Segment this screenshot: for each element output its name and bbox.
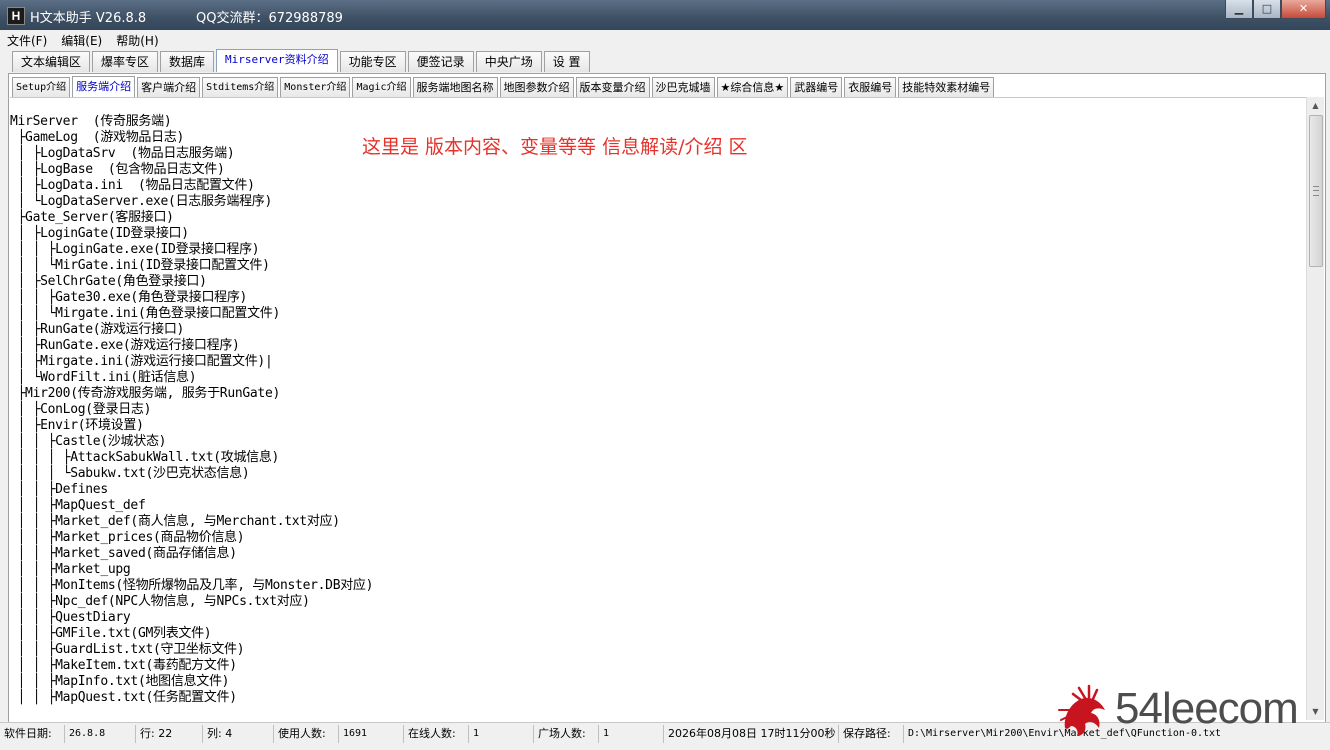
tree-line: │ │ ├MonItems(怪物所爆物品及几率, 与Monster.DB对应) xyxy=(10,578,374,593)
scroll-up-arrow-icon[interactable]: ▲ xyxy=(1307,97,1324,114)
tree-line: │ │ ├MapQuest.txt(任务配置文件) xyxy=(10,690,238,705)
tree-line: │ │ ├Market_def(商人信息, 与Merchant.txt对应) xyxy=(10,514,341,529)
tree-line: │ ├ConLog(登录日志) xyxy=(10,402,152,417)
main-tab[interactable]: Mirserver资料介绍 xyxy=(216,49,338,72)
menu-file[interactable]: 文件(F) xyxy=(0,32,54,49)
main-tab-bar: 文本编辑区 爆率专区 数据库 Mirserver资料介绍 功能专区 便签记录 中央广场设 置 xyxy=(12,49,592,73)
status-date-value: 26.8.8 xyxy=(65,725,136,743)
tree-line: │ │ └MirGate.ini(ID登录接口配置文件) xyxy=(10,258,270,273)
main-tab[interactable]: 设 置 xyxy=(543,51,590,72)
tree-line: │ │ ├LoginGate.exe(ID登录接口程序) xyxy=(10,242,260,257)
tree-line: │ │ ├Defines xyxy=(10,482,109,497)
tree-line: │ ├SelChrGate(角色登录接口) xyxy=(10,274,207,289)
sub-tab[interactable]: Magic介绍 xyxy=(352,77,411,97)
tree-line: │ │ └Mirgate.ini(角色登录接口配置文件) xyxy=(10,306,281,321)
tree-line: │ ├RunGate(游戏运行接口) xyxy=(10,322,185,337)
main-tab[interactable]: 功能专区 xyxy=(339,51,406,72)
scrollbar-thumb[interactable] xyxy=(1309,115,1323,267)
main-tab[interactable]: 数据库 xyxy=(160,51,215,72)
status-datetime: 2026年08月08日 17时11分00秒 xyxy=(664,725,839,743)
window-title: H文本助手 V26.8.8 xyxy=(30,11,147,26)
info-annotation: 这里是 版本内容、变量等等 信息解读/介绍 区 xyxy=(362,136,748,158)
main-tab[interactable]: 便签记录 xyxy=(407,51,474,72)
sub-tab[interactable]: Setup介绍 xyxy=(12,77,71,97)
sub-tab-bar: Setup介绍 服务端介绍 客户端介绍 Stditems介绍 Monster介绍 Magi… xyxy=(12,76,996,97)
maximize-button[interactable]: □ xyxy=(1253,0,1281,19)
vertical-scrollbar[interactable]: ▲ ▼ xyxy=(1306,97,1324,720)
watermark-text: 54leecom xyxy=(1115,684,1299,733)
grip-icon xyxy=(1313,186,1319,196)
status-plaza-value: 1 xyxy=(599,725,664,743)
tree-line: │ ├LogDataSrv (物品日志服务端) xyxy=(10,146,235,161)
directory-tree-text: MirServer (传奇服务端) ├GameLog (游戏物品日志) │ ├L… xyxy=(10,114,373,706)
tree-line: │ ├LoginGate(ID登录接口) xyxy=(10,226,190,241)
tree-line: │ │ │ ├AttackSabukWall.txt(攻城信息) xyxy=(10,450,280,465)
tree-line: │ │ ├MakeItem.txt(毒药配方文件) xyxy=(10,658,238,673)
sub-tab[interactable]: 服务端介绍 xyxy=(72,76,136,97)
tree-line: │ └WordFilt.ini(脏话信息) xyxy=(10,370,197,385)
main-tab[interactable]: 中央广场 xyxy=(475,51,542,72)
tree-line: │ │ ├GuardList.txt(守卫坐标文件) xyxy=(10,642,245,657)
sub-tab[interactable]: 客户端介绍 xyxy=(137,77,201,97)
tree-line: │ │ ├Gate30.exe(角色登录接口程序) xyxy=(10,290,248,305)
tree-line: │ │ ├Castle(沙城状态) xyxy=(10,434,167,449)
tree-line: MirServer (传奇服务端) xyxy=(10,114,172,129)
window-controls: ▁ □ ✕ xyxy=(1225,0,1326,20)
watermark: 54leecom xyxy=(1055,680,1325,740)
status-plaza-label: 广场人数: xyxy=(534,725,599,743)
sub-tab[interactable]: 地图参数介绍 xyxy=(499,77,574,97)
sub-tab[interactable]: 武器编号 xyxy=(790,77,843,97)
main-tab[interactable]: 爆率专区 xyxy=(92,51,159,72)
tree-line: │ │ ├MapQuest_def xyxy=(10,498,146,513)
sub-tab[interactable]: 衣服编号 xyxy=(844,77,897,97)
tree-line: │ │ │ └Sabukw.txt(沙巴克状态信息) xyxy=(10,466,250,481)
tree-line: │ ├Mirgate.ini(游戏运行接口配置文件)| xyxy=(10,354,273,369)
title-bar: H H文本助手 V26.8.8 QQ交流群：672988789 ▁ □ ✕ xyxy=(0,0,1330,30)
qq-group-label: QQ交流群：672988789 xyxy=(196,11,343,26)
tree-line: │ ├RunGate.exe(游戏运行接口程序) xyxy=(10,338,240,353)
tree-line: │ ├Envir(环境设置) xyxy=(10,418,144,433)
tree-line: │ │ ├MapInfo.txt(地图信息文件) xyxy=(10,674,230,689)
tree-line: ├Gate_Server(客服接口) xyxy=(10,210,174,225)
tree-line: │ ├LogData.ini (物品日志配置文件) xyxy=(10,178,255,193)
status-date-label: 软件日期: xyxy=(0,725,65,743)
tree-line: │ │ ├Market_saved(商品存储信息) xyxy=(10,546,238,561)
status-save-label: 保存路径: xyxy=(839,725,904,743)
menu-edit[interactable]: 编辑(E) xyxy=(54,32,109,49)
text-content-area[interactable]: MirServer (传奇服务端) ├GameLog (游戏物品日志) │ ├L… xyxy=(10,97,1306,721)
tree-line: ├Mir200(传奇游戏服务端, 服务于RunGate) xyxy=(10,386,281,401)
tree-line: │ │ ├QuestDiary xyxy=(10,610,131,625)
status-users-value: 1691 xyxy=(339,725,404,743)
sub-tab[interactable]: Stditems介绍 xyxy=(202,77,279,97)
dragon-logo-icon xyxy=(1058,684,1105,736)
menu-help[interactable]: 帮助(H) xyxy=(109,32,165,49)
status-col: 列: 4 xyxy=(203,725,274,743)
status-row: 行: 22 xyxy=(136,725,203,743)
tree-line: │ └LogDataServer.exe(日志服务端程序) xyxy=(10,194,273,209)
tree-line: │ │ ├GMFile.txt(GM列表文件) xyxy=(10,626,212,641)
tree-line: │ │ ├Market_prices(商品物价信息) xyxy=(10,530,245,545)
tree-line: │ ├LogBase (包含物品日志文件) xyxy=(10,162,225,177)
tree-line: │ │ ├Npc_def(NPC人物信息, 与NPCs.txt对应) xyxy=(10,594,310,609)
minimize-button[interactable]: ▁ xyxy=(1225,0,1253,19)
tree-line: ├GameLog (游戏物品日志) xyxy=(10,130,185,145)
tree-line: │ │ ├Market_upg xyxy=(10,562,131,577)
menu-bar: 文件(F) 编辑(E) 帮助(H) xyxy=(0,30,1330,50)
status-online-label: 在线人数: xyxy=(404,725,469,743)
sub-tab[interactable]: Monster介绍 xyxy=(280,77,351,97)
main-tab[interactable]: 文本编辑区 xyxy=(12,51,91,72)
sub-tab[interactable]: ★综合信息★ xyxy=(716,77,789,97)
status-online-value: 1 xyxy=(469,725,534,743)
sub-tab[interactable]: 服务端地图名称 xyxy=(412,77,498,97)
close-button[interactable]: ✕ xyxy=(1281,0,1326,19)
sub-tab[interactable]: 技能特效素材编号 xyxy=(898,77,995,97)
app-icon[interactable]: H xyxy=(7,7,25,25)
sub-tab[interactable]: 版本变量介绍 xyxy=(575,77,650,97)
sub-tab[interactable]: 沙巴克城墙 xyxy=(651,77,715,97)
status-users-label: 使用人数: xyxy=(274,725,339,743)
